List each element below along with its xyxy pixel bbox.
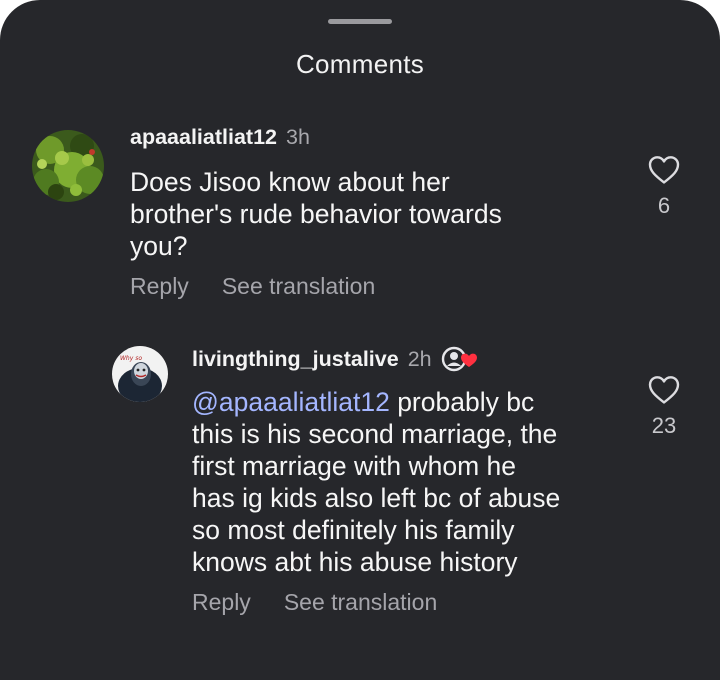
username[interactable]: apaaaliatliat12 xyxy=(130,125,277,150)
comment-text: Does Jisoo know about her brother's rude… xyxy=(130,167,502,261)
timestamp: 2h xyxy=(407,346,432,371)
avatar[interactable] xyxy=(32,130,104,202)
plant-photo-avatar-icon xyxy=(32,130,104,202)
sheet-title: Comments xyxy=(295,49,425,79)
see-translation-button[interactable]: See translation xyxy=(222,273,375,300)
reply-button[interactable]: Reply xyxy=(130,273,189,300)
profile-heart-badge-icon xyxy=(440,344,480,374)
like-count: 23 xyxy=(651,413,677,438)
heart-outline-icon xyxy=(648,376,680,404)
svg-text:Why so: Why so xyxy=(120,355,142,362)
avatar[interactable]: Why so xyxy=(112,346,168,402)
comment-text: @apaaaliatliat12 probably bc this is his… xyxy=(192,386,622,578)
comments-sheet: Comments apaaaliatliat12 3h Does Jisoo k… xyxy=(0,0,720,680)
see-translation-button[interactable]: See translation xyxy=(284,589,437,616)
username[interactable]: livingthing_justalive xyxy=(192,347,399,372)
like-button[interactable]: 23 xyxy=(634,375,694,439)
reply-button[interactable]: Reply xyxy=(192,589,251,616)
comment-actions: Reply See translation xyxy=(192,589,437,616)
drag-handle[interactable] xyxy=(328,19,392,24)
timestamp: 3h xyxy=(286,125,310,149)
comment-actions: Reply See translation xyxy=(130,273,375,300)
mention-link[interactable]: @apaaaliatliat12 xyxy=(192,387,390,417)
joker-avatar-icon: Why so xyxy=(112,346,168,402)
like-button[interactable]: 6 xyxy=(634,155,694,219)
like-count: 6 xyxy=(657,193,671,218)
comment-header: livingthing_justalive 2h xyxy=(192,344,480,374)
comment-header: apaaaliatliat12 3h xyxy=(130,125,310,150)
heart-outline-icon xyxy=(648,156,680,184)
